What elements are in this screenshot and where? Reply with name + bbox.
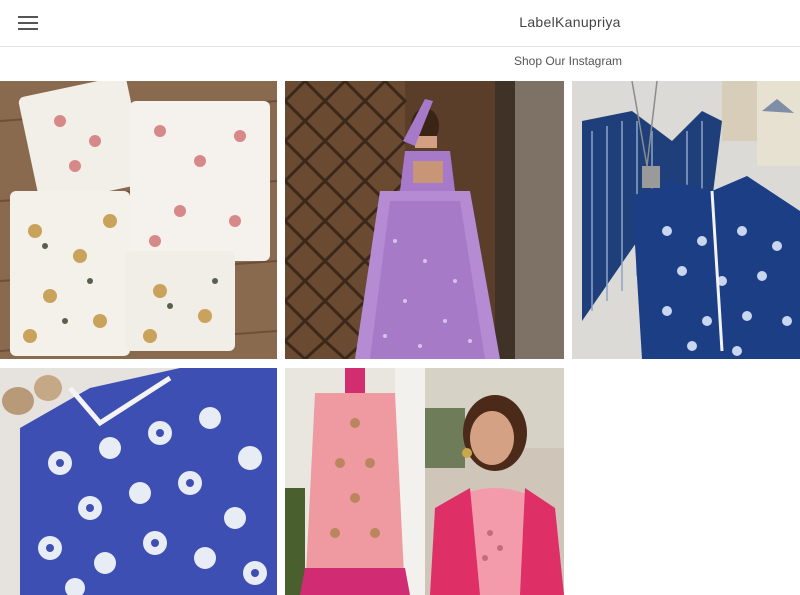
indigo-printed-kurta-photo[interactable] (572, 81, 800, 359)
instagram-gallery-grid (0, 81, 800, 595)
lavender-lehenga-model-photo[interactable] (285, 81, 564, 359)
shop-instagram-link[interactable]: Shop Our Instagram (468, 54, 668, 68)
pink-embroidered-kurta-photo[interactable] (285, 368, 564, 595)
white-floral-kurta-sets-photo[interactable] (0, 81, 277, 359)
top-header: LabelKanupriya (0, 0, 800, 47)
brand-logo-text[interactable]: LabelKanupriya (470, 14, 670, 30)
blue-floral-dress-photo[interactable] (0, 368, 277, 595)
hamburger-menu-icon[interactable] (18, 14, 40, 32)
